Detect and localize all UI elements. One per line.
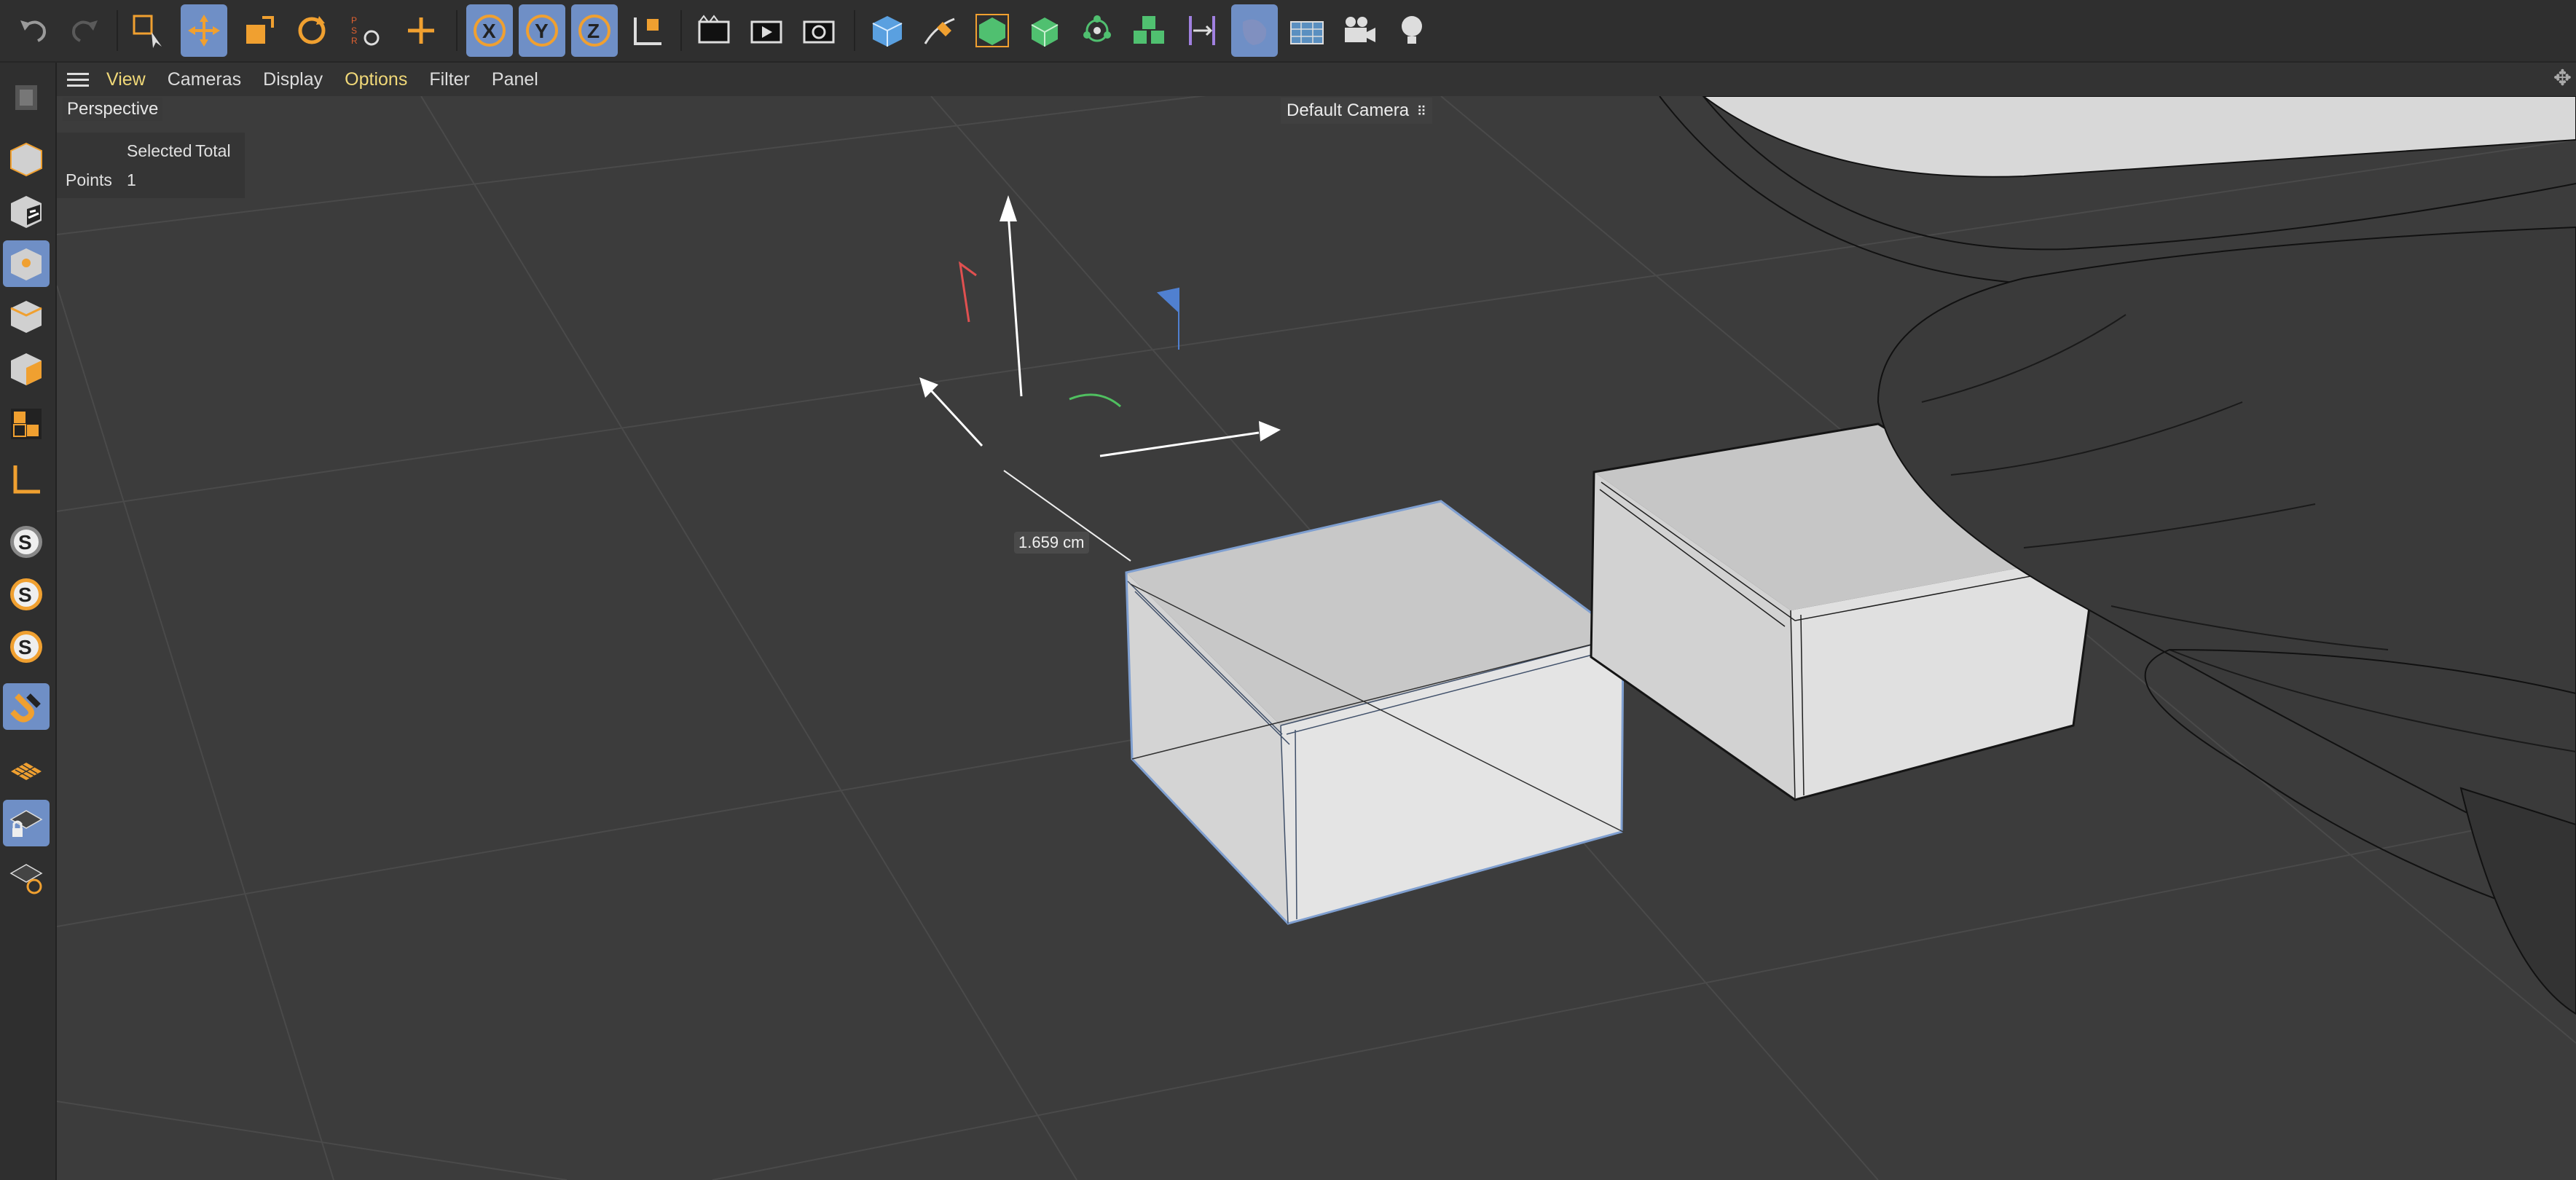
svg-text:S: S <box>18 531 32 554</box>
rotate-tool-icon[interactable] <box>288 4 335 57</box>
selection-hud: Selected Total Points 1 <box>57 133 245 198</box>
menu-cameras[interactable]: Cameras <box>168 69 241 90</box>
camera-name: Default Camera <box>1287 101 1410 120</box>
svg-text:Y: Y <box>535 20 549 42</box>
main-toolbar: PSR X Y Z <box>0 0 2576 63</box>
solo-hierarchy-icon[interactable]: S <box>3 624 50 670</box>
cloner-icon[interactable] <box>1074 4 1120 57</box>
camera-icon[interactable] <box>1336 4 1383 57</box>
menu-filter[interactable]: Filter <box>429 69 470 90</box>
extrude-generator-icon[interactable] <box>1021 4 1068 57</box>
model-mode-icon[interactable] <box>3 135 50 182</box>
edges-mode-icon[interactable] <box>3 293 50 339</box>
uv-mode-icon[interactable] <box>3 401 50 447</box>
camera-icon: ⠿ <box>1416 104 1426 119</box>
scene-canvas[interactable] <box>57 96 2576 1180</box>
locked-workplane-icon[interactable] <box>3 800 50 846</box>
render-view-icon[interactable] <box>691 4 737 57</box>
light-icon[interactable] <box>1389 4 1435 57</box>
subdivision-surface-icon[interactable] <box>969 4 1016 57</box>
make-editable-icon[interactable] <box>3 74 50 121</box>
y-axis-lock-icon[interactable]: Y <box>519 4 565 57</box>
axis-mode-icon[interactable] <box>3 456 50 503</box>
viewport-move-icon[interactable]: ✥ <box>2553 66 2572 91</box>
menu-panel[interactable]: Panel <box>492 69 538 90</box>
redo-icon[interactable] <box>61 4 108 57</box>
active-camera-label[interactable]: Default Camera ⠿ <box>1281 98 1432 124</box>
move-gizmo <box>919 195 1281 562</box>
menu-options[interactable]: Options <box>345 69 407 90</box>
svg-text:S: S <box>18 636 32 658</box>
points-mode-icon[interactable] <box>3 240 50 287</box>
solo-off-icon[interactable]: S <box>3 519 50 565</box>
fracture-icon[interactable] <box>1126 4 1173 57</box>
svg-text:S: S <box>18 583 32 606</box>
bend-deformer-icon[interactable] <box>1179 4 1225 57</box>
hud-col-total: Total <box>195 141 231 160</box>
create-cross-icon[interactable] <box>398 4 444 57</box>
live-selection-icon[interactable] <box>125 4 172 57</box>
snapping-icon[interactable] <box>3 683 50 730</box>
svg-text:Z: Z <box>587 20 600 42</box>
hud-col-selected: Selected <box>127 141 192 160</box>
svg-text:R: R <box>351 36 358 46</box>
undo-icon[interactable] <box>10 4 57 57</box>
perspective-viewport[interactable]: Perspective <box>57 96 2576 1180</box>
texture-mode-icon[interactable] <box>3 188 50 235</box>
pen-spline-icon[interactable] <box>916 4 963 57</box>
distance-readout: 1.659 cm <box>1014 532 1089 554</box>
mode-palette: S S S <box>0 63 57 1180</box>
render-settings-icon[interactable] <box>796 4 842 57</box>
move-tool-icon[interactable] <box>181 4 227 57</box>
coordinate-system-icon[interactable] <box>624 4 670 57</box>
menu-display[interactable]: Display <box>263 69 323 90</box>
hud-row-selected: 1 <box>127 170 136 189</box>
cube-primitive-icon[interactable] <box>864 4 911 57</box>
selected-cube <box>1125 500 1625 925</box>
z-axis-lock-icon[interactable]: Z <box>571 4 618 57</box>
svg-text:X: X <box>482 20 496 42</box>
workplane-align-icon[interactable] <box>3 854 50 900</box>
hamburger-menu-icon[interactable] <box>67 69 89 90</box>
x-axis-lock-icon[interactable]: X <box>466 4 513 57</box>
viewport-menubar: View Cameras Display Options Filter Pane… <box>57 63 2576 96</box>
polygons-mode-icon[interactable] <box>3 345 50 392</box>
render-to-picture-viewer-icon[interactable] <box>743 4 790 57</box>
hud-row-label: Points <box>66 170 112 189</box>
solo-single-icon[interactable]: S <box>3 571 50 618</box>
environment-icon[interactable] <box>1231 4 1278 57</box>
svg-text:P: P <box>351 15 357 25</box>
psr-recent-tool-icon[interactable]: PSR <box>342 4 389 57</box>
workplane-icon[interactable] <box>3 747 50 794</box>
menu-view[interactable]: View <box>106 69 146 90</box>
scale-tool-icon[interactable] <box>236 4 283 57</box>
svg-text:S: S <box>351 25 357 36</box>
viewport-name: Perspective <box>63 98 163 121</box>
floor-icon[interactable] <box>1284 4 1330 57</box>
